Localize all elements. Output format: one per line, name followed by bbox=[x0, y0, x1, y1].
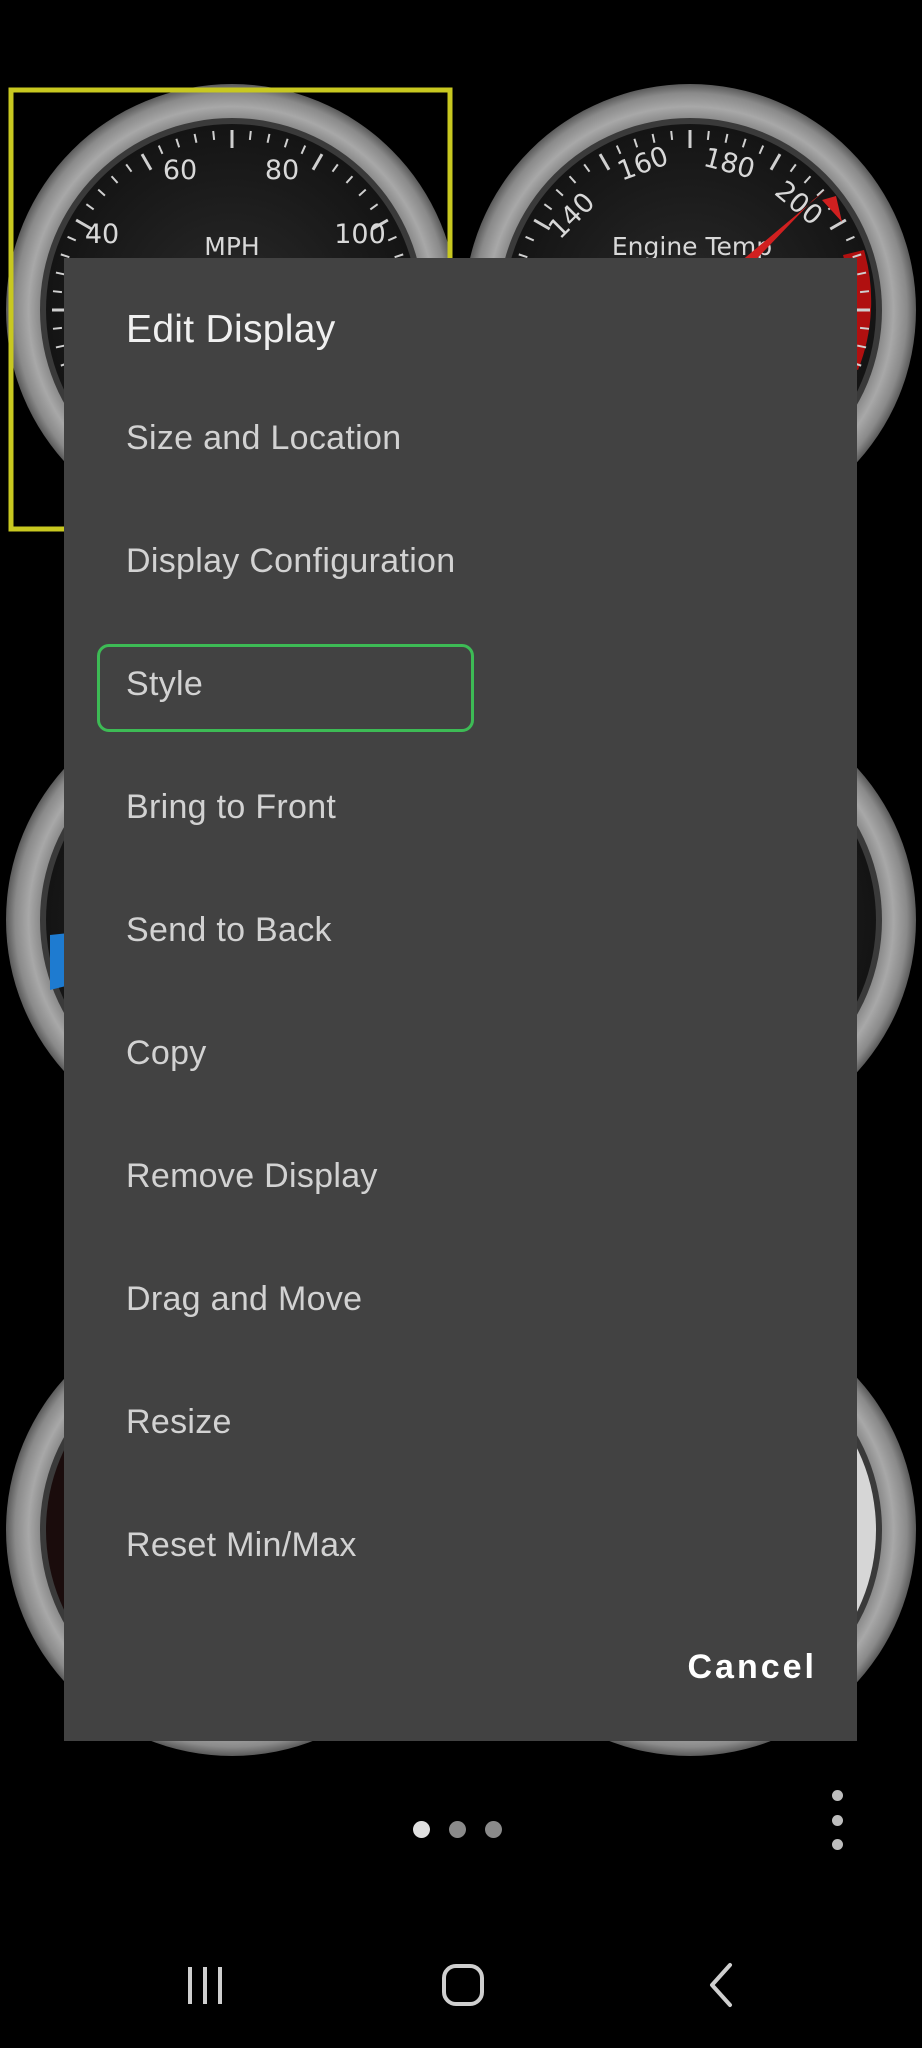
page-dot[interactable] bbox=[449, 1821, 466, 1838]
recent-apps-icon[interactable] bbox=[165, 1955, 245, 2015]
page-dot[interactable] bbox=[485, 1821, 502, 1838]
menu-item-resize[interactable]: Resize bbox=[126, 1402, 232, 1442]
dialog-title: Edit Display bbox=[126, 308, 336, 351]
page-indicator bbox=[413, 1821, 502, 1839]
speedometer-tick-label: 80 bbox=[265, 155, 299, 186]
speedometer-tick-label: 100 bbox=[334, 219, 386, 250]
back-icon[interactable] bbox=[682, 1955, 762, 2015]
menu-item-display-configuration[interactable]: Display Configuration bbox=[126, 541, 455, 581]
more-options-icon[interactable] bbox=[822, 1790, 852, 1850]
menu-item-reset-min-max[interactable]: Reset Min/Max bbox=[126, 1525, 357, 1565]
menu-item-drag-and-move[interactable]: Drag and Move bbox=[126, 1279, 362, 1319]
speedometer-tick-label: 60 bbox=[163, 155, 197, 186]
menu-item-style[interactable]: Style bbox=[126, 664, 203, 704]
menu-item-size-and-location[interactable]: Size and Location bbox=[126, 418, 401, 458]
speedometer-tick-label: 40 bbox=[85, 219, 119, 250]
gauge-tick bbox=[859, 326, 870, 330]
menu-item-remove-display[interactable]: Remove Display bbox=[126, 1156, 378, 1196]
menu-item-send-to-back[interactable]: Send to Back bbox=[126, 910, 332, 950]
gauge-tick bbox=[212, 130, 216, 141]
gauge-tick bbox=[670, 130, 674, 141]
gauge-tick bbox=[52, 326, 63, 330]
gauge-tick bbox=[859, 290, 870, 294]
menu-item-copy[interactable]: Copy bbox=[126, 1033, 207, 1073]
home-icon[interactable] bbox=[422, 1955, 502, 2015]
gauge-tick bbox=[248, 130, 252, 141]
menu-item-bring-to-front[interactable]: Bring to Front bbox=[126, 787, 336, 827]
gauge-tick bbox=[706, 130, 710, 141]
edit-display-dialog: Edit Display Size and Location Display C… bbox=[64, 258, 857, 1741]
page-dot-active[interactable] bbox=[413, 1821, 430, 1838]
cancel-button[interactable]: Cancel bbox=[688, 1648, 818, 1687]
gauge-tick bbox=[52, 290, 63, 294]
speedometer-title: MPH bbox=[204, 232, 259, 261]
